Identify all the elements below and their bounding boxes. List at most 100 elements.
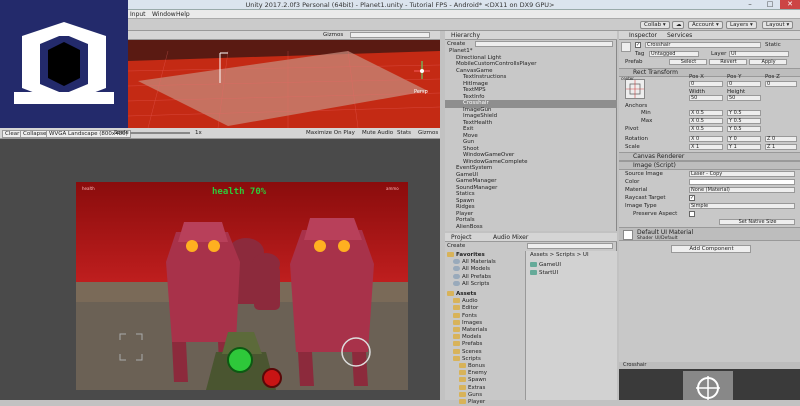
account-button[interactable]: Account ▾ <box>688 21 723 29</box>
pivot-x-field[interactable]: X 0.5 <box>689 126 723 132</box>
prefab-apply-button[interactable]: Apply <box>749 59 787 65</box>
source-image-field[interactable]: Laser - Copy <box>689 171 795 177</box>
scene-canvas[interactable] <box>128 31 440 128</box>
script-icon <box>530 262 537 267</box>
file-item[interactable]: GameUI <box>530 261 561 269</box>
hierarchy-create-button[interactable]: Create <box>447 41 465 47</box>
scale-label: Scale <box>114 130 129 136</box>
tag-dropdown[interactable]: Untagged <box>649 51 699 57</box>
script-icon <box>530 270 537 275</box>
folder-icon <box>447 291 454 296</box>
layout-button[interactable]: Layout ▾ <box>762 21 794 29</box>
project-tab[interactable]: Project <box>451 234 472 241</box>
rotation-y-field[interactable]: Y 0 <box>727 136 761 142</box>
set-native-size-button[interactable]: Set Native Size <box>719 219 795 225</box>
minimize-button[interactable]: – <box>740 0 760 9</box>
folder-icon <box>453 305 460 311</box>
pivot-label: Pivot <box>625 126 639 132</box>
prefab-revert-button[interactable]: Revert <box>709 59 747 65</box>
hierarchy-tab[interactable]: Hierarchy <box>451 32 480 39</box>
hierarchy-item-label: MobileCustomControllsPlayer <box>456 61 537 67</box>
hierarchy-search-input[interactable] <box>475 41 613 47</box>
hierarchy-item-label: HitImage <box>463 80 489 87</box>
prefab-select-button[interactable]: Select <box>669 59 707 65</box>
scene-search-input[interactable] <box>350 32 430 38</box>
pos-y-field[interactable]: 0 <box>727 81 761 87</box>
anchors-label[interactable]: Anchors <box>625 103 647 109</box>
audio-mixer-tab[interactable]: Audio Mixer <box>493 234 528 241</box>
material-field[interactable]: None (Material) <box>689 187 795 193</box>
max-label: Max <box>641 118 653 124</box>
image-component-header[interactable]: Image (Script) <box>619 161 800 170</box>
shader-value[interactable]: UI/Default <box>655 236 678 241</box>
object-name-field[interactable]: Crosshair <box>645 42 761 48</box>
pos-x-field[interactable]: 0 <box>689 81 723 87</box>
rotation-x-field[interactable]: X 0 <box>689 136 723 142</box>
raycast-checkbox[interactable]: ✓ <box>689 195 695 201</box>
scale-y-field[interactable]: Y 1 <box>727 144 761 150</box>
rotation-z-field[interactable]: Z 0 <box>765 136 797 142</box>
prefab-label: Prefab <box>625 59 643 65</box>
static-toggle[interactable]: Static <box>765 42 781 48</box>
hierarchy-item-label: Shoot <box>463 145 479 152</box>
maximize-button[interactable]: □ <box>760 0 780 9</box>
image-type-dropdown[interactable]: Simple <box>689 203 795 209</box>
max-x-field[interactable]: X 0.5 <box>689 118 723 124</box>
close-button[interactable]: ✕ <box>780 0 800 9</box>
channel-logo <box>0 0 128 128</box>
color-swatch[interactable] <box>689 179 795 185</box>
canvas-renderer-header[interactable]: Canvas Renderer <box>619 152 800 161</box>
game-canvas[interactable]: health 70% health ammo <box>76 182 408 390</box>
layers-button[interactable]: Layers ▾ <box>726 21 757 29</box>
hierarchy-item[interactable]: AlienBoss <box>445 224 617 232</box>
project-tree-item[interactable]: All Scripts <box>453 280 489 288</box>
cloud-button[interactable]: ☁ <box>672 21 684 29</box>
services-tab[interactable]: Services <box>667 32 692 39</box>
project-tree-label: Audio <box>462 298 478 305</box>
add-component-button[interactable]: Add Component <box>671 245 751 253</box>
scale-slider[interactable] <box>130 132 190 134</box>
preserve-aspect-checkbox[interactable] <box>689 211 695 217</box>
project-tree-label: Spawn <box>468 377 487 384</box>
collab-button[interactable]: Collab ▾ <box>640 21 670 29</box>
search-filter-icon <box>453 259 460 265</box>
stats-toggle[interactable]: Stats <box>397 130 411 136</box>
project-tree-label: Scenes <box>462 348 482 355</box>
width-field[interactable]: 50 <box>689 95 723 101</box>
inspector-tab[interactable]: Inspector <box>629 32 657 39</box>
hierarchy-item-label: Statics <box>456 191 475 197</box>
gizmos-toggle[interactable]: Gizmos <box>418 130 438 136</box>
game-view[interactable]: health 70% health ammo <box>0 139 440 400</box>
pivot-y-field[interactable]: Y 0.5 <box>727 126 761 132</box>
min-x-field[interactable]: X 0.5 <box>689 110 723 116</box>
project-search-input[interactable] <box>527 243 613 249</box>
scale-z-field[interactable]: Z 1 <box>765 144 797 150</box>
maximize-on-play-toggle[interactable]: Maximize On Play <box>306 130 355 136</box>
active-checkbox[interactable]: ✓ <box>635 42 641 48</box>
height-field[interactable]: 50 <box>727 95 761 101</box>
min-y-field[interactable]: Y 0.5 <box>727 110 761 116</box>
max-y-field[interactable]: Y 0.5 <box>727 118 761 124</box>
layer-dropdown[interactable]: UI <box>729 51 789 57</box>
scene-toolbar: Gizmos <box>128 31 440 40</box>
hud-left-text: health <box>82 186 95 191</box>
pos-z-field[interactable]: 0 <box>765 81 797 87</box>
project-create-button[interactable]: Create <box>447 243 465 249</box>
menu-input[interactable]: Input <box>130 11 146 18</box>
crosshair-preview-icon <box>683 371 733 400</box>
file-item[interactable]: StartUI <box>530 269 558 277</box>
menu-help[interactable]: Help <box>176 11 190 18</box>
folder-icon <box>453 312 460 318</box>
console-collapse-button[interactable]: Collapse <box>20 130 50 138</box>
project-tree-label: Fonts <box>462 312 477 319</box>
project-tree-item[interactable]: Player <box>459 398 485 406</box>
hierarchy-item-label: EventSystem <box>456 165 493 171</box>
project-tree-label: Guns <box>468 391 483 398</box>
menu-window[interactable]: Window <box>152 11 176 18</box>
scene-view[interactable]: Gizmos Persp <box>128 31 440 128</box>
scale-x-field[interactable]: X 1 <box>689 144 723 150</box>
search-filter-icon <box>453 280 460 286</box>
mute-audio-toggle[interactable]: Mute Audio <box>362 130 393 136</box>
anchor-preset-button[interactable] <box>625 79 645 99</box>
scene-gizmos-menu[interactable]: Gizmos <box>323 32 343 38</box>
